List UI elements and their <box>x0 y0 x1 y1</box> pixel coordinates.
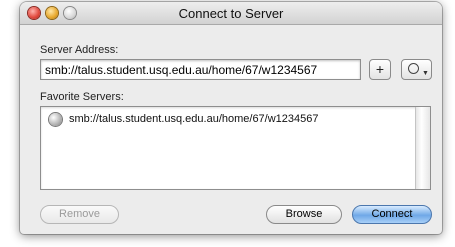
list-item[interactable]: smb://talus.student.usq.edu.au/home/67/w… <box>49 111 319 127</box>
chevron-down-icon: ▼ <box>422 70 429 77</box>
add-favorite-button[interactable]: + <box>369 59 391 80</box>
window-title: Connect to Server <box>178 6 284 21</box>
favorite-servers-label: Favorite Servers: <box>40 91 124 103</box>
browse-button[interactable]: Browse <box>266 205 342 224</box>
remove-button[interactable]: Remove <box>40 205 119 224</box>
favorite-server-text: smb://talus.student.usq.edu.au/home/67/w… <box>69 113 319 125</box>
connect-to-server-window: Connect to Server Server Address: smb://… <box>20 2 442 234</box>
server-address-label: Server Address: <box>40 44 119 56</box>
plus-icon: + <box>375 61 385 77</box>
title-bar: Connect to Server <box>20 2 442 25</box>
favorites-scrollbar[interactable] <box>415 107 430 189</box>
server-address-input[interactable]: smb://talus.student.usq.edu.au/home/67/w… <box>40 59 361 80</box>
recent-servers-button[interactable]: ▼ <box>401 59 432 80</box>
server-globe-icon <box>49 113 62 126</box>
favorite-servers-list[interactable]: smb://talus.student.usq.edu.au/home/67/w… <box>40 106 431 190</box>
clock-icon <box>408 63 419 74</box>
connect-button[interactable]: Connect <box>352 205 432 224</box>
